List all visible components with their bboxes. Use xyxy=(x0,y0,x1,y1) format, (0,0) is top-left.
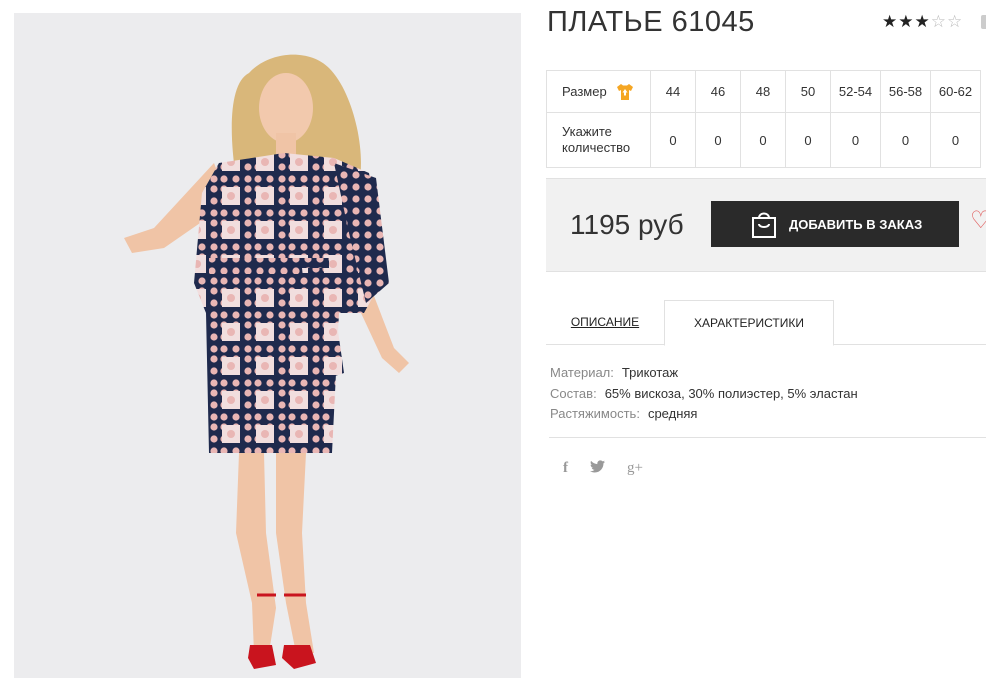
size-table: Размер 44 46 48 50 52-54 56-58 60-62 Ука… xyxy=(546,70,981,168)
product-price: 1195 руб xyxy=(570,209,684,240)
quantity-input[interactable]: 0 xyxy=(880,112,931,168)
size-chart-icon[interactable] xyxy=(615,82,635,102)
product-tabs: ОПИСАНИЕ ХАРАКТЕРИСТИКИ xyxy=(546,300,986,346)
tab-characteristics[interactable]: ХАРАКТЕРИСТИКИ xyxy=(664,300,834,346)
quantity-input[interactable]: 0 xyxy=(930,112,981,168)
social-share: f g+ xyxy=(563,460,643,477)
spec-key: Растяжимость: xyxy=(550,406,640,421)
size-label-cell: Размер xyxy=(546,70,651,113)
quantity-input[interactable]: 0 xyxy=(785,112,831,168)
size-cell: 48 xyxy=(740,70,786,113)
quantity-label: Укажите количество xyxy=(546,112,651,168)
size-cell: 52-54 xyxy=(830,70,881,113)
product-photo[interactable] xyxy=(14,13,521,678)
product-title: ПЛАТЬЕ 61045 xyxy=(547,6,755,38)
spec-value: Трикотаж xyxy=(621,365,679,380)
star-icon[interactable]: ★ xyxy=(915,12,931,31)
size-row: Размер 44 46 48 50 52-54 56-58 60-62 xyxy=(546,70,981,113)
characteristics-list: Материал: Трикотаж Состав: 65% вискоза, 30… xyxy=(550,363,858,425)
quantity-input[interactable]: 0 xyxy=(740,112,786,168)
quantity-input[interactable]: 0 xyxy=(695,112,741,168)
add-to-order-label: ДОБАВИТЬ В ЗАКАЗ xyxy=(789,216,923,232)
section-divider xyxy=(549,437,986,438)
size-cell: 44 xyxy=(650,70,696,113)
rating-stars[interactable]: ★★★☆☆ xyxy=(882,12,963,32)
star-empty-icon[interactable]: ☆ xyxy=(931,12,947,31)
size-cell: 50 xyxy=(785,70,831,113)
star-icon[interactable]: ★ xyxy=(898,12,914,31)
size-cell: 60-62 xyxy=(930,70,981,113)
cropped-edge-control xyxy=(981,15,986,29)
spec-value: 65% вискоза, 30% полиэстер, 5% эластан xyxy=(604,385,858,401)
spec-row: Материал: Трикотаж xyxy=(550,363,858,384)
shopping-bag-icon xyxy=(751,209,777,239)
tab-description[interactable]: ОПИСАНИЕ xyxy=(546,300,664,344)
quantity-input[interactable]: 0 xyxy=(830,112,881,168)
size-cell: 56-58 xyxy=(880,70,931,113)
wishlist-heart-icon[interactable]: ♡ xyxy=(970,209,986,233)
quantity-row: Укажите количество 0 0 0 0 0 0 0 xyxy=(546,112,981,168)
twitter-icon[interactable] xyxy=(590,460,605,477)
spec-key: Материал: xyxy=(550,365,614,380)
spec-key: Состав: xyxy=(550,385,597,401)
size-cell: 46 xyxy=(695,70,741,113)
size-label: Размер xyxy=(562,84,607,99)
spec-row: Растяжимость: средняя xyxy=(550,404,858,425)
dress-model-image xyxy=(124,54,409,669)
spec-row: Состав: 65% вискоза, 30% полиэстер, 5% эл… xyxy=(550,384,858,405)
facebook-icon[interactable]: f xyxy=(563,460,568,477)
star-icon[interactable]: ★ xyxy=(882,12,898,31)
star-empty-icon[interactable]: ☆ xyxy=(947,12,963,31)
price-panel: 1195 руб ДОБАВИТЬ В ЗАКАЗ ♡ xyxy=(546,178,986,272)
quantity-input[interactable]: 0 xyxy=(650,112,696,168)
google-plus-icon[interactable]: g+ xyxy=(627,460,643,477)
spec-value: средняя xyxy=(647,406,698,421)
add-to-order-button[interactable]: ДОБАВИТЬ В ЗАКАЗ xyxy=(711,201,959,247)
